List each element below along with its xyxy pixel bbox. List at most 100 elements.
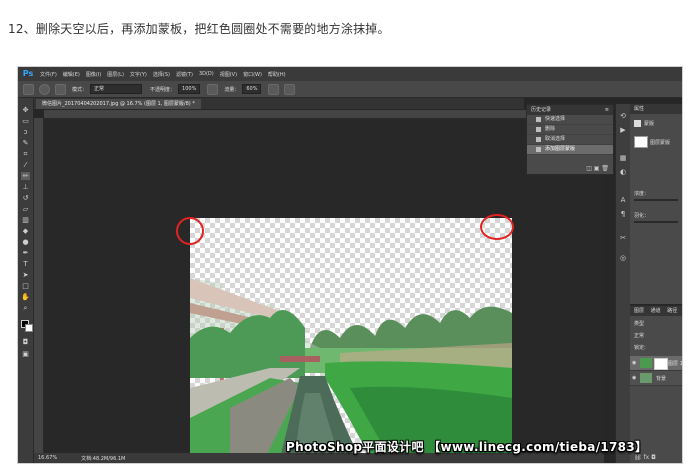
dodge-icon[interactable]: ●	[21, 238, 30, 246]
3d-panel-icon[interactable]: ◎	[619, 254, 627, 262]
layer-mask-label: 图层蒙版	[650, 140, 671, 146]
quick-selection-icon[interactable]: ✎	[21, 139, 30, 147]
menu-3d[interactable]: 3D(D)	[199, 71, 214, 77]
swatches-icon[interactable]: ▦	[619, 154, 627, 162]
menu-type[interactable]: 文字(Y)	[130, 71, 147, 78]
density-slider[interactable]	[634, 199, 678, 201]
eraser-icon[interactable]: ▱	[21, 205, 30, 213]
properties-panel: 属性 蒙版 图层蒙版 浓度： 羽化：	[630, 104, 682, 304]
character-panel-icon[interactable]: A	[619, 196, 627, 204]
screen-mode-icon[interactable]: ▣	[21, 350, 30, 358]
paragraph-panel-icon[interactable]: ¶	[619, 210, 627, 218]
tools-panel: ✥ ▭ ↄ ✎ ⌗ ⁄ ✏ ⊥ ↺ ▱ ▥ ◆ ● ✒ T ➤ □ ✋ ⌕ ◘ …	[18, 98, 34, 463]
layer-row[interactable]: ◉ 背景	[630, 371, 682, 386]
ps-logo: Ps	[22, 69, 34, 78]
history-item-selected[interactable]: 添加图层蒙版	[527, 145, 613, 155]
snapshot-icon[interactable]: ◫	[586, 165, 592, 172]
pixel-mask-icon[interactable]	[634, 120, 641, 127]
history-item[interactable]: 快速选择	[527, 115, 613, 125]
menu-edit[interactable]: 编辑(E)	[63, 71, 80, 78]
background-color-swatch[interactable]	[25, 324, 33, 332]
brush-size-icon[interactable]	[39, 83, 50, 95]
crop-icon[interactable]: ⌗	[21, 150, 30, 158]
panel-menu-icon[interactable]: ≡	[605, 105, 609, 115]
flow-field[interactable]: 60%	[242, 84, 262, 94]
options-bar: 模式： 正常 不透明度： 100% 流量： 60%	[18, 81, 682, 98]
tools-preset-icon[interactable]: ✂	[619, 234, 627, 242]
history-state-icon	[536, 117, 541, 122]
history-state-icon	[536, 147, 541, 152]
add-mask-icon[interactable]: ◘	[651, 454, 656, 461]
brush-icon[interactable]: ✏	[21, 172, 30, 180]
menu-layer[interactable]: 图层(L)	[107, 71, 124, 78]
camera-icon[interactable]: ▣	[594, 165, 600, 172]
history-panel-icon[interactable]: ⟲	[619, 112, 627, 120]
mask-thumbnail[interactable]	[634, 136, 648, 148]
fx-icon[interactable]: fx	[644, 454, 650, 461]
history-item-label: 快速选择	[545, 116, 566, 122]
link-icon[interactable]: ⛓	[634, 454, 642, 461]
type-icon[interactable]: T	[21, 260, 30, 268]
actions-panel-icon[interactable]: ▶	[619, 126, 627, 134]
layer-thumbnail	[640, 373, 652, 383]
history-item[interactable]: 删除	[527, 125, 613, 135]
zoom-level[interactable]: 16.67%	[38, 455, 57, 461]
mode-select[interactable]: 正常	[90, 84, 143, 94]
menu-filter[interactable]: 滤镜(T)	[176, 71, 193, 78]
history-brush-icon[interactable]: ↺	[21, 194, 30, 202]
red-circle-right	[480, 214, 514, 240]
zoom-icon[interactable]: ⌕	[21, 304, 30, 312]
eyedropper-icon[interactable]: ⁄	[21, 161, 30, 169]
brush-panel-icon[interactable]	[55, 83, 66, 95]
visibility-eye-icon[interactable]: ◉	[632, 375, 636, 381]
layer-row[interactable]: ◉ 图层 1	[630, 356, 682, 371]
photo-layer[interactable]	[190, 218, 512, 458]
flow-label: 流量：	[224, 86, 240, 93]
mode-label: 模式：	[72, 86, 88, 93]
pressure-size-icon[interactable]	[284, 83, 296, 95]
history-title-text: 历史记录	[531, 107, 552, 113]
menu-bar: Ps 文件(F) 编辑(E) 图像(I) 图层(L) 文字(Y) 选择(S) 滤…	[18, 67, 682, 81]
feather-slider[interactable]	[634, 221, 678, 223]
layers-tabs: 图层 通道 路径	[630, 306, 682, 316]
menu-view[interactable]: 视图(V)	[220, 71, 237, 78]
brush-preset-icon[interactable]	[23, 83, 34, 95]
trash-icon[interactable]: 🗑	[601, 165, 609, 172]
quick-mask-icon[interactable]: ◘	[21, 338, 30, 346]
gradient-icon[interactable]: ▥	[21, 216, 30, 224]
hand-icon[interactable]: ✋	[21, 293, 30, 301]
marquee-icon[interactable]: ▭	[21, 117, 30, 125]
history-item-label: 删除	[545, 126, 556, 132]
menu-help[interactable]: 帮助(H)	[268, 71, 286, 78]
pen-icon[interactable]: ✒	[21, 249, 30, 257]
tab-paths[interactable]: 路径	[667, 308, 677, 314]
rectangle-icon[interactable]: □	[21, 282, 30, 290]
adjustments-icon[interactable]: ◐	[619, 168, 627, 176]
canvas-area[interactable]	[44, 119, 604, 458]
pressure-opacity-icon[interactable]	[207, 83, 219, 95]
history-panel: 历史记录 ≡ 快速选择 删除 取消选择 添加图层蒙版 ◫ ▣ 🗑	[526, 104, 614, 175]
move-icon[interactable]: ✥	[21, 106, 30, 114]
layer-mask-thumbnail[interactable]	[654, 358, 668, 370]
menu-file[interactable]: 文件(F)	[40, 71, 57, 78]
blur-icon[interactable]: ◆	[21, 227, 30, 235]
lock-label: 锁定:	[634, 345, 646, 351]
opacity-field[interactable]: 100%	[178, 84, 201, 94]
stamp-icon[interactable]: ⊥	[21, 183, 30, 191]
properties-title: 属性	[630, 104, 682, 114]
visibility-eye-icon[interactable]: ◉	[632, 360, 636, 366]
tab-channels[interactable]: 通道	[651, 308, 661, 314]
lasso-icon[interactable]: ↄ	[21, 128, 30, 136]
path-icon[interactable]: ➤	[21, 271, 30, 279]
airbrush-icon[interactable]	[268, 83, 280, 95]
document-tab-bar: 微信图片_20170404202017.jpg @ 16.7% (图层 1, 图…	[34, 98, 524, 109]
history-item[interactable]: 取消选择	[527, 135, 613, 145]
history-panel-title: 历史记录 ≡	[527, 105, 613, 115]
layer-filter-kind[interactable]: 类型	[634, 320, 644, 327]
tab-layers[interactable]: 图层	[634, 308, 644, 314]
blend-mode-select[interactable]: 正常	[634, 332, 644, 339]
menu-select[interactable]: 选择(S)	[153, 71, 170, 78]
menu-window[interactable]: 窗口(W)	[243, 71, 262, 78]
menu-image[interactable]: 图像(I)	[86, 71, 101, 78]
document-tab[interactable]: 微信图片_20170404202017.jpg @ 16.7% (图层 1, 图…	[36, 99, 201, 109]
